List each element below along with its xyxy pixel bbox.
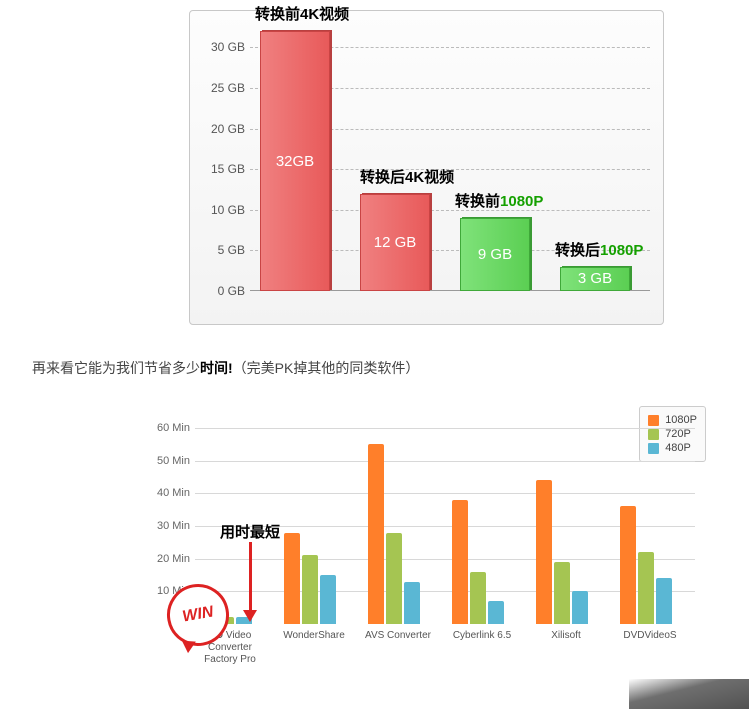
- y-tick-label: 20 Min: [148, 553, 190, 565]
- time-bar: [302, 555, 318, 624]
- time-bar: [638, 552, 654, 624]
- y-tick-label: 10 GB: [195, 203, 245, 217]
- y-tick-label: 15 GB: [195, 162, 245, 176]
- time-bar-group: Xilisoft: [536, 428, 596, 624]
- size-bar: 32GB: [260, 31, 330, 291]
- time-chart-plot: 10 Min20 Min30 Min40 Min50 Min60 MinHD V…: [195, 428, 695, 624]
- category-label: WonderShare: [274, 624, 354, 642]
- category-label: AVS Converter: [358, 624, 438, 642]
- corner-shadow: [629, 679, 749, 709]
- category-label: Xilisoft: [526, 624, 606, 642]
- time-bar: [572, 591, 588, 624]
- time-bar: [488, 601, 504, 624]
- time-bar: [536, 480, 552, 624]
- y-tick-label: 20 GB: [195, 122, 245, 136]
- time-bar-group: AVS Converter: [368, 428, 428, 624]
- category-label: Cyberlink 6.5: [442, 624, 522, 642]
- time-bar: [386, 533, 402, 624]
- time-bar: [320, 575, 336, 624]
- y-tick-label: 50 Min: [148, 455, 190, 467]
- bar-annotation: 转换后4K视频: [360, 166, 454, 187]
- bar-annotation: 转换前4K视频: [255, 3, 349, 24]
- y-tick-label: 5 GB: [195, 243, 245, 257]
- time-bar: [368, 444, 384, 624]
- time-bar: [404, 582, 420, 624]
- shortest-time-annotation: 用时最短: [220, 521, 280, 542]
- caption-text: 再来看它能为我们节省多少时间!（完美PK掉其他的同类软件）: [32, 358, 419, 378]
- size-bar: 9 GB: [460, 218, 530, 291]
- legend-swatch-orange: [648, 415, 659, 426]
- time-chart: 1080P 720P 480P 10 Min20 Min30 Min40 Min…: [150, 398, 710, 683]
- caption-prefix: 再来看它能为我们节省多少: [32, 360, 200, 376]
- time-bar-group: WonderShare: [284, 428, 344, 624]
- size-chart: 0 GB 5 GB 10 GB 15 GB 20 GB 25 GB 30 GB 32GB 转换前…: [189, 10, 664, 325]
- legend-item-1080p: 1080P: [648, 414, 697, 426]
- time-bar: [470, 572, 486, 624]
- time-bar: [452, 500, 468, 624]
- y-tick-label: 40 Min: [148, 487, 190, 499]
- bar-annotation: 转换后1080P: [555, 239, 643, 260]
- time-bar-group: Cyberlink 6.5: [452, 428, 512, 624]
- y-tick-label: 0 GB: [195, 284, 245, 298]
- legend-label: 1080P: [665, 414, 697, 426]
- size-chart-plot: 0 GB5 GB10 GB15 GB20 GB25 GB30 GB32GB转换前…: [250, 31, 650, 291]
- caption-suffix: （完美PK掉其他的同类软件）: [233, 360, 420, 376]
- page: { "chart_data": [ { "type": "bar", "titl…: [0, 0, 749, 709]
- time-bar: [620, 506, 636, 624]
- category-label: DVDVideoS: [610, 624, 690, 642]
- bar-annotation: 转换前1080P: [455, 190, 543, 211]
- time-bar-group: DVDVideoS: [620, 428, 680, 624]
- size-bar: 12 GB: [360, 194, 430, 292]
- y-tick-label: 30 Min: [148, 520, 190, 532]
- time-bar: [284, 533, 300, 624]
- y-tick-label: 60 Min: [148, 422, 190, 434]
- size-bar: 3 GB: [560, 267, 630, 291]
- y-tick-label: 30 GB: [195, 40, 245, 54]
- time-bar: [554, 562, 570, 624]
- time-bar: [656, 578, 672, 624]
- caption-bold: 时间!: [200, 360, 233, 376]
- y-tick-label: 25 GB: [195, 81, 245, 95]
